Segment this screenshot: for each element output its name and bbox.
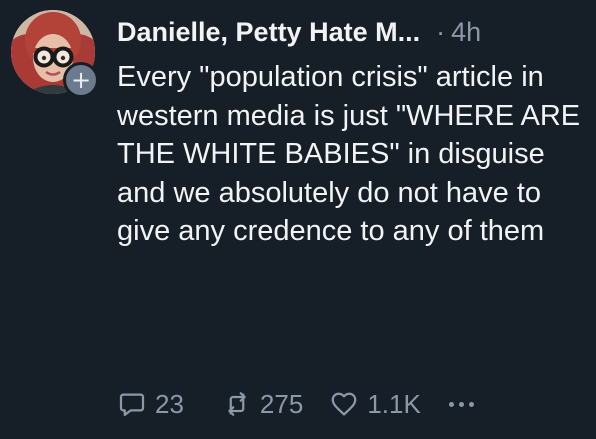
reply-count: 23 (155, 388, 184, 419)
like-count: 1.1K (367, 388, 421, 419)
heart-icon (331, 392, 357, 416)
post-card[interactable]: + Danielle, Petty Hate M... · 4h Every "… (0, 0, 596, 439)
speech-bubble-icon (119, 393, 145, 416)
action-bar: 23 275 1.1K (117, 384, 476, 424)
post-timestamp[interactable]: 4h (451, 17, 481, 48)
repost-count: 275 (259, 388, 304, 419)
more-dot (468, 401, 474, 407)
more-dot (448, 401, 454, 407)
repost-arrows-icon (228, 392, 246, 416)
more-dot (458, 401, 464, 407)
author-name[interactable]: Danielle, Petty Hate M... (117, 17, 420, 48)
like-button[interactable]: 1.1K (329, 389, 421, 420)
repost-button[interactable]: 275 (222, 389, 303, 420)
reply-button[interactable]: 23 (117, 389, 184, 420)
separator-dot: · (436, 16, 446, 47)
post-header: Danielle, Petty Hate M... · 4h (117, 14, 582, 50)
follow-plus-icon[interactable]: + (63, 62, 99, 98)
more-dots-icon[interactable] (447, 396, 476, 413)
post-text: Every "population crisis" article in wes… (117, 61, 581, 247)
avatar-container[interactable]: + (11, 10, 99, 98)
